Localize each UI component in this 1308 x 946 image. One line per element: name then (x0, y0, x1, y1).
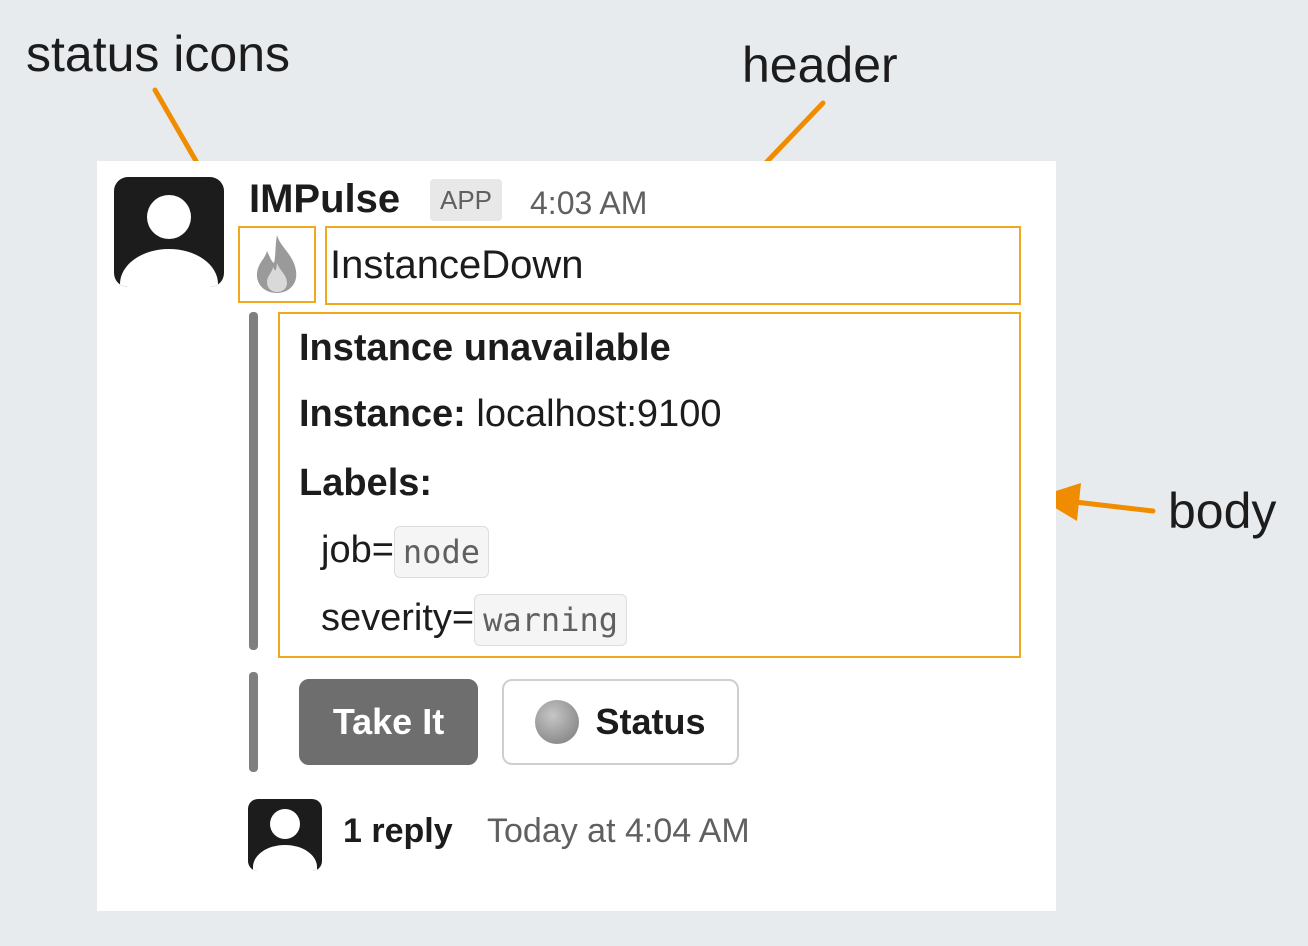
status-circle-icon (535, 700, 580, 744)
attachment-bar-body (249, 312, 258, 650)
sender-name[interactable]: IMPulse (249, 173, 400, 225)
take-it-button[interactable]: Take It (299, 679, 478, 765)
instance-label: Instance: (299, 393, 466, 435)
body-title-text: Instance unavailable (299, 327, 671, 369)
message-card: IMPulse APP 4:03 AM InstanceDown Instanc… (97, 161, 1056, 911)
avatar-head (147, 195, 191, 239)
label-severity-key: severity= (321, 597, 475, 640)
reply-avatar[interactable] (248, 799, 322, 871)
annotation-header: header (742, 37, 898, 93)
attachment-bar-actions (249, 672, 258, 772)
header-section: InstanceDown (325, 226, 1021, 305)
avatar-shoulders (120, 249, 218, 287)
label-job-key: job= (321, 529, 394, 572)
fire-icon (256, 235, 297, 293)
label-job: job= node (321, 526, 489, 578)
reply-avatar-head (270, 809, 300, 839)
label-severity-value: warning (474, 594, 627, 646)
take-it-label: Take It (332, 701, 445, 742)
reply-avatar-shoulders (253, 845, 317, 871)
body-section: Instance unavailable Instance: localhost… (278, 312, 1021, 658)
reply-count-link[interactable]: 1 reply (343, 809, 453, 853)
body-instance-line: Instance: localhost:9100 (299, 390, 721, 438)
body-title: Instance unavailable (299, 324, 671, 372)
reply-timestamp: Today at 4:04 AM (487, 812, 750, 850)
message-timestamp[interactable]: 4:03 AM (530, 181, 647, 225)
sender-avatar[interactable] (114, 177, 224, 287)
annotation-status-icons: status icons (26, 26, 291, 82)
instance-value: localhost:9100 (476, 393, 722, 435)
status-icons-section (238, 226, 316, 303)
body-labels-heading: Labels: (299, 459, 432, 507)
alert-title: InstanceDown (330, 243, 584, 287)
app-badge: APP (430, 179, 503, 221)
labels-label: Labels: (299, 462, 433, 504)
label-job-value: node (393, 526, 489, 578)
status-button[interactable]: Status (502, 679, 739, 765)
status-label: Status (595, 701, 706, 742)
label-severity: severity= warning (321, 594, 627, 646)
annotation-body: body (1168, 483, 1277, 539)
